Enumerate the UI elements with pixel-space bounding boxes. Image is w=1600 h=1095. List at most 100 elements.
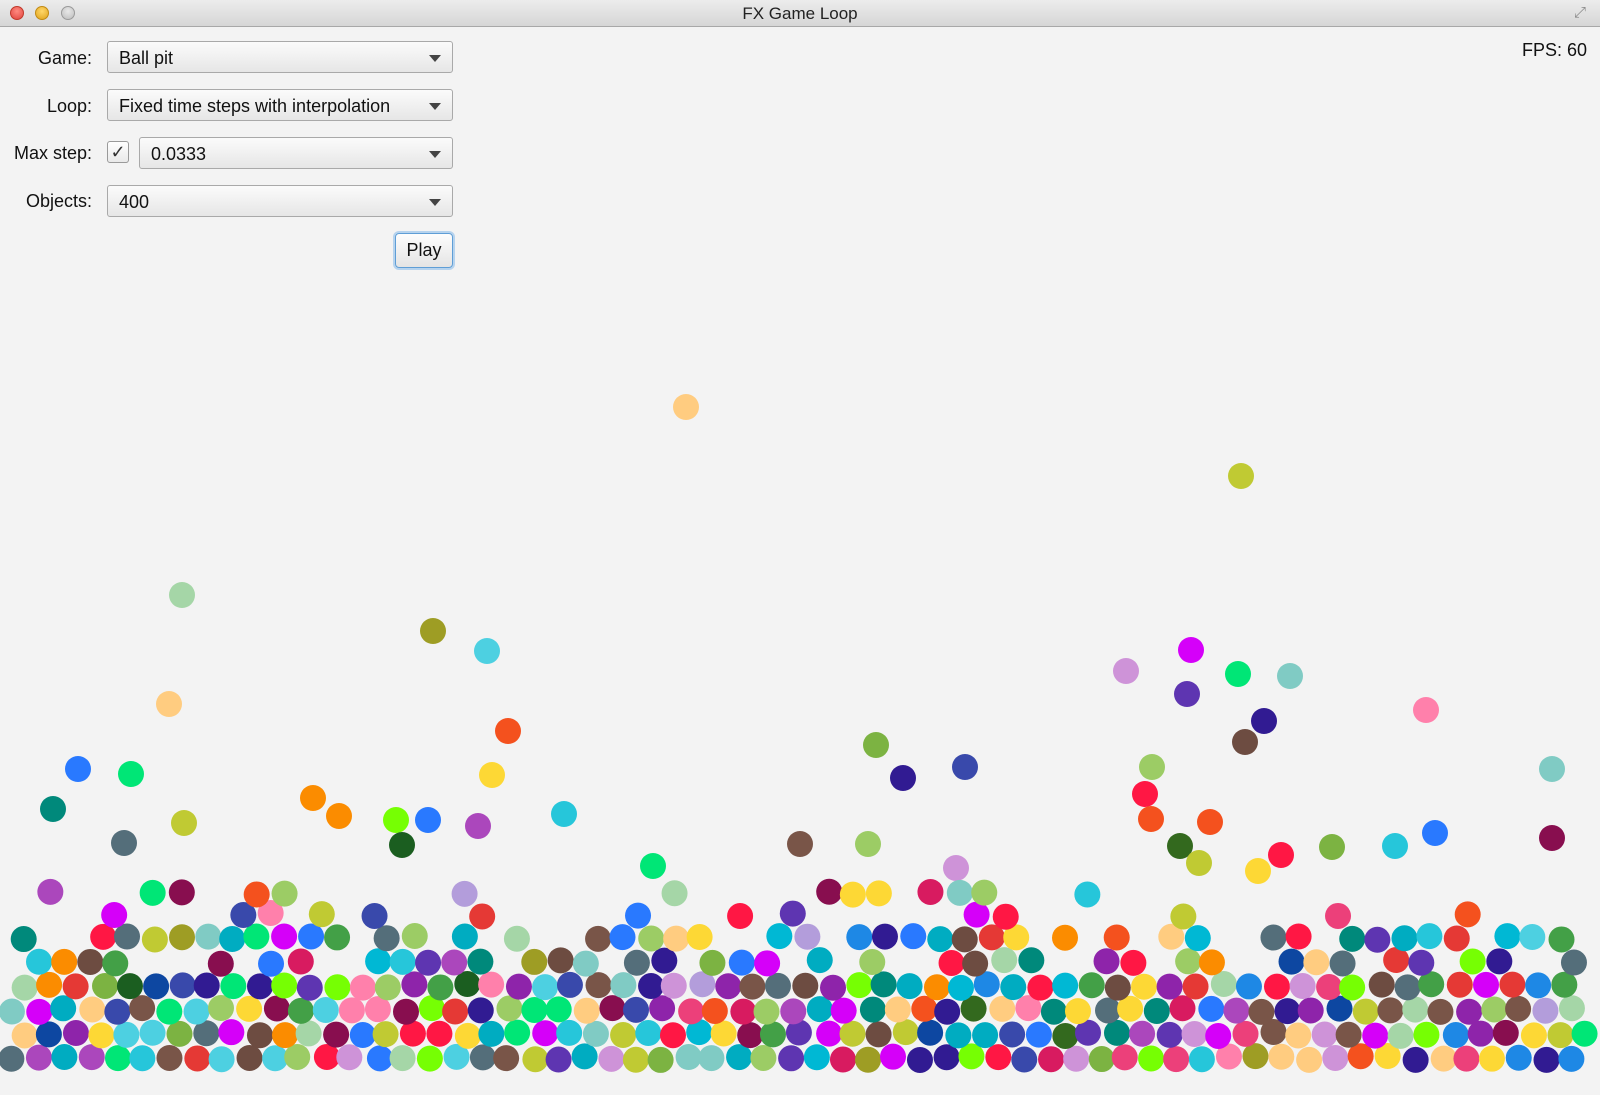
ball: [271, 880, 298, 907]
ball: [1235, 973, 1262, 1000]
ball: [284, 1043, 311, 1070]
ball: [1074, 881, 1101, 908]
ball: [635, 1020, 662, 1047]
ball: [478, 971, 505, 998]
ball: [946, 879, 973, 906]
ball: [208, 995, 235, 1022]
ball: [401, 923, 428, 950]
ball: [247, 973, 274, 1000]
ball: [991, 947, 1018, 974]
ball: [1103, 1019, 1130, 1046]
ball: [622, 1046, 649, 1073]
ball: [1093, 948, 1120, 975]
ball: [759, 1021, 786, 1048]
ball: [651, 947, 678, 974]
ball: [1478, 1045, 1505, 1072]
fullscreen-icon[interactable]: ⤢: [1572, 5, 1588, 21]
ball: [11, 974, 38, 1001]
ball: [263, 995, 290, 1022]
ball: [171, 810, 197, 836]
ball: [1362, 1022, 1389, 1049]
ball: [917, 1019, 944, 1046]
ball: [999, 1021, 1026, 1048]
ball: [1446, 971, 1473, 998]
ball: [871, 923, 898, 950]
ball: [859, 996, 886, 1023]
ball: [1052, 1022, 1079, 1049]
ball: [739, 973, 766, 1000]
ball: [416, 1045, 443, 1072]
ball: [324, 974, 351, 1001]
ball: [1025, 1021, 1052, 1048]
ball: [1011, 1046, 1038, 1073]
ball: [236, 995, 263, 1022]
ball: [1138, 1045, 1165, 1072]
ball: [1175, 948, 1202, 975]
ball: [118, 761, 144, 787]
ball: [710, 1020, 737, 1047]
ball: [365, 948, 392, 975]
ball: [324, 924, 351, 951]
ball: [778, 1045, 805, 1072]
ball: [649, 995, 676, 1022]
ball: [111, 830, 137, 856]
ball: [92, 972, 119, 999]
ball: [505, 973, 532, 1000]
ball: [1316, 974, 1343, 1001]
ball: [1184, 925, 1211, 952]
ball: [441, 949, 468, 976]
ball: [451, 923, 478, 950]
ball: [1311, 1021, 1338, 1048]
ball: [166, 1020, 193, 1047]
ball: [585, 925, 612, 952]
ball: [243, 881, 270, 908]
ball: [10, 926, 37, 953]
ball: [26, 998, 53, 1025]
ball: [1170, 903, 1197, 930]
ball: [442, 998, 469, 1025]
ball: [1467, 1020, 1494, 1047]
ball: [1205, 1022, 1232, 1049]
ball: [572, 950, 599, 977]
ball: [985, 1044, 1012, 1071]
ball: [659, 1022, 686, 1049]
ball: [927, 926, 954, 953]
ball: [1481, 996, 1508, 1023]
ball: [803, 1044, 830, 1071]
ball: [426, 1020, 453, 1047]
ball: [806, 947, 833, 974]
ball: [1525, 972, 1552, 999]
ball: [1000, 974, 1027, 1001]
ball: [326, 803, 352, 829]
ball: [1138, 806, 1164, 832]
ball: [207, 950, 234, 977]
ball: [338, 997, 365, 1024]
ball: [521, 948, 548, 975]
ball: [1113, 658, 1139, 684]
ball: [469, 1044, 496, 1071]
ball: [727, 903, 754, 930]
ball: [1278, 948, 1305, 975]
ball: [923, 974, 950, 1001]
ball: [1223, 997, 1250, 1024]
ball: [1459, 948, 1486, 975]
ball: [504, 1019, 531, 1046]
ball: [1078, 972, 1105, 999]
ball: [295, 1020, 322, 1047]
ball: [1156, 973, 1183, 1000]
ball: [638, 973, 665, 1000]
ball: [168, 879, 195, 906]
ball: [943, 855, 969, 881]
ball: [663, 925, 690, 952]
ball: [1547, 1022, 1574, 1049]
ball: [454, 1022, 481, 1049]
ball: [1285, 1022, 1312, 1049]
ball: [1186, 850, 1212, 876]
ball: [1251, 708, 1277, 734]
ball: [1232, 729, 1258, 755]
ball: [208, 1046, 235, 1073]
ball: [1472, 971, 1499, 998]
ball: [101, 901, 128, 928]
ball: [661, 880, 688, 907]
ball: [787, 831, 813, 857]
